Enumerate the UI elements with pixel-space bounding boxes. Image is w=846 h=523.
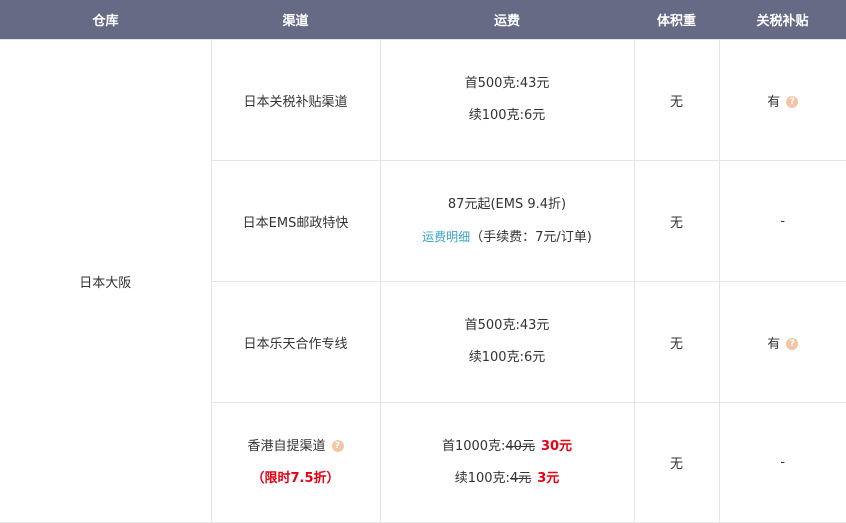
table-header: 仓库 渠道 运费 体积重 关税补贴 — [0, 0, 846, 40]
tax-subsidy-cell: 有? — [718, 39, 846, 161]
freight-first-weight: 首500克:43元 — [464, 76, 550, 91]
header-channel: 渠道 — [211, 0, 380, 40]
freight-base-price: 87元起(EMS 9.4折) — [447, 196, 567, 212]
tax-subsidy-value: 有 — [767, 94, 781, 110]
discount-price: 3元 — [537, 470, 560, 486]
freight-cell: 首500克:43元 续100克:6元 — [379, 281, 635, 403]
channel-cell: 香港自提渠道? （限时7.5折） — [210, 402, 381, 523]
freight-first-weight: 首500克:43元 — [464, 318, 550, 333]
freight-next-weight: 续100克:6元 — [468, 350, 546, 365]
help-icon[interactable]: ? — [786, 337, 799, 350]
volume-weight-cell: 无 — [633, 281, 720, 403]
freight-label: 续100克: — [454, 470, 510, 486]
volume-weight-cell: 无 — [633, 160, 720, 282]
tax-subsidy-cell: - — [718, 402, 846, 523]
help-icon[interactable]: ? — [786, 95, 799, 108]
freight-next-weight: 续100克:4元 3元 — [381, 471, 634, 487]
channel-name: 香港自提渠道 — [247, 438, 326, 454]
freight-cell: 首1000克:40元 30元 续100克:4元 3元 — [379, 402, 635, 523]
channel-name: 日本乐天合作专线 — [243, 336, 348, 352]
help-icon[interactable]: ? — [331, 439, 344, 452]
header-volume-weight: 体积重 — [634, 0, 719, 40]
header-tax-subsidy: 关税补贴 — [719, 0, 846, 40]
freight-label: 首1000克: — [441, 438, 506, 454]
tax-subsidy-cell: - — [718, 160, 846, 282]
promo-note: （限时7.5折） — [251, 470, 340, 486]
volume-weight-cell: 无 — [633, 39, 720, 161]
channel-cell: 日本乐天合作专线 — [210, 281, 381, 403]
warehouse-cell: 日本大阪 — [0, 39, 212, 523]
shipping-rates-table: 仓库 渠道 运费 体积重 关税补贴 日本大阪 日本关税补贴渠道 首500克:43… — [0, 0, 846, 523]
channel-cell: 日本关税补贴渠道 — [210, 39, 381, 161]
volume-weight-cell: 无 — [633, 402, 720, 523]
table-row: 日本大阪 日本关税补贴渠道 首500克:43元 续100克:6元 无 有? — [0, 39, 846, 523]
channel-name: 日本关税补贴渠道 — [243, 94, 348, 110]
header-warehouse: 仓库 — [0, 0, 211, 40]
tax-subsidy-cell: 有? — [718, 281, 846, 403]
original-price: 4元 — [509, 470, 532, 486]
original-price: 40元 — [505, 438, 535, 454]
channel-name-line: 香港自提渠道? — [212, 439, 380, 455]
tax-subsidy-value: 有 — [767, 336, 781, 352]
discount-price: 30元 — [540, 438, 573, 454]
header-freight: 运费 — [380, 0, 634, 40]
handling-fee-text: （手续费：7元/订单) — [470, 229, 592, 245]
header-row: 仓库 渠道 运费 体积重 关税补贴 — [0, 0, 846, 40]
freight-next-weight: 续100克:6元 — [468, 108, 546, 123]
freight-cell: 87元起(EMS 9.4折) 运费明细（手续费：7元/订单) — [379, 160, 635, 282]
freight-first-weight: 首1000克:40元 30元 — [381, 439, 634, 455]
freight-detail-link[interactable]: 运费明细 — [422, 230, 470, 244]
channel-name: 日本EMS邮政特快 — [242, 215, 349, 231]
freight-cell: 首500克:43元 续100克:6元 — [379, 39, 635, 161]
channel-cell: 日本EMS邮政特快 — [210, 160, 381, 282]
freight-detail-line: 运费明细（手续费：7元/订单) — [381, 229, 634, 246]
